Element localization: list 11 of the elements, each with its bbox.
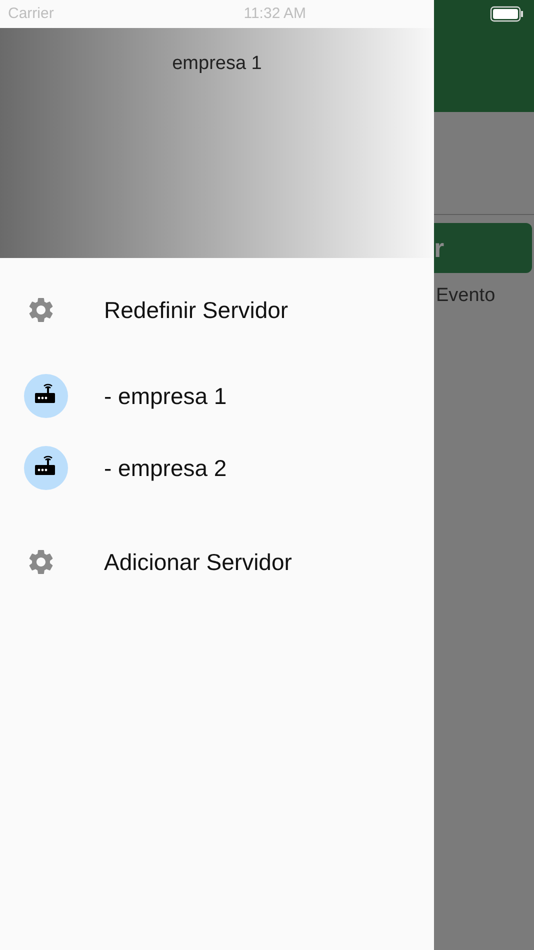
status-time: 11:32 AM [244, 4, 306, 24]
header-title: empresa 1 [172, 52, 262, 76]
carrier-label: Carrier [8, 4, 54, 24]
drawer-item[interactable]: - empresa 1 [0, 360, 434, 432]
drawer-item[interactable]: Adicionar Servidor [0, 532, 434, 592]
event-label: Evento [436, 284, 496, 308]
drawer-item[interactable]: Redefinir Servidor [0, 280, 434, 340]
router-icon [24, 446, 68, 490]
drawer-item[interactable]: - empresa 2 [0, 432, 434, 504]
router-icon [24, 374, 68, 418]
battery-icon [490, 6, 524, 22]
